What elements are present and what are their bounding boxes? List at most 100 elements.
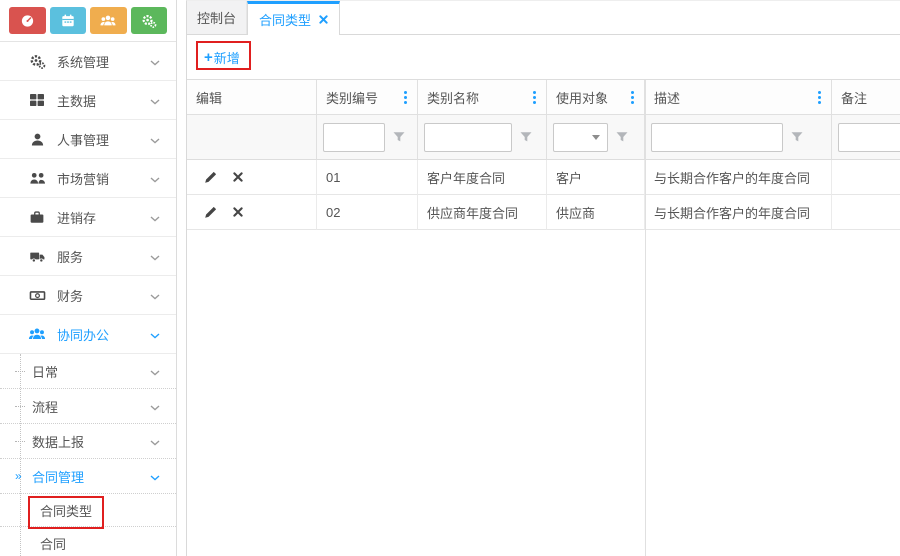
column-title: 使用对象 — [556, 88, 608, 107]
sidebar-item-contract[interactable]: 合同 — [0, 527, 176, 556]
cell-edit — [187, 195, 317, 230]
sidebar-item-label: 主数据 — [57, 91, 96, 110]
filter-funnel-button[interactable] — [615, 130, 629, 144]
main-panel: 控制台 合同类型 + 新增 编辑 类别编号 — [186, 0, 900, 556]
dashboard-button[interactable] — [9, 7, 46, 34]
tree-dash-icon — [15, 441, 25, 442]
calendar-icon — [61, 13, 75, 28]
sidebar-item-finance[interactable]: 财务 — [0, 276, 176, 315]
sidebar-item-label: 服务 — [57, 247, 83, 266]
sidebar-item-system-management[interactable]: 系统管理 — [0, 42, 176, 81]
filter-input-name[interactable] — [424, 123, 512, 152]
settings-button[interactable] — [131, 7, 168, 34]
sidebar-item-data-report[interactable]: 数据上报 — [0, 424, 176, 459]
cell-name: 供应商年度合同 — [418, 195, 547, 230]
tree-dash-icon — [15, 406, 25, 407]
sidebar-menu: 系统管理 主数据 人事管理 市场营销 进销存 — [0, 42, 176, 556]
cogs-icon — [28, 53, 46, 70]
pencil-icon — [204, 171, 217, 184]
quick-buttons-row — [0, 0, 176, 42]
cell-target: 客户 — [547, 160, 645, 195]
table-row: 01 客户年度合同 客户 与长期合作客户的年度合同 — [187, 160, 900, 195]
filter-select-target[interactable] — [553, 123, 608, 152]
filter-funnel-button[interactable] — [392, 130, 406, 144]
column-menu-icon[interactable] — [816, 87, 823, 108]
sidebar-item-service[interactable]: 服务 — [0, 237, 176, 276]
sidebar-item-label: 日常 — [32, 362, 58, 381]
filter-funnel-button[interactable] — [790, 130, 804, 144]
column-menu-icon[interactable] — [629, 87, 636, 108]
sidebar-item-label: 合同 — [40, 534, 66, 553]
column-title: 编辑 — [196, 88, 222, 107]
sidebar-item-label: 市场营销 — [57, 169, 109, 188]
filter-cell-remark — [832, 115, 900, 160]
sidebar-item-inventory[interactable]: 进销存 — [0, 198, 176, 237]
sidebar-item-label: 数据上报 — [32, 432, 84, 451]
sidebar-item-contract-management[interactable]: » 合同管理 — [0, 459, 176, 494]
sidebar-item-master-data[interactable]: 主数据 — [0, 81, 176, 120]
app-window: 系统管理 主数据 人事管理 市场营销 进销存 — [0, 0, 900, 556]
column-menu-icon[interactable] — [531, 87, 538, 108]
column-title: 类别名称 — [427, 88, 479, 107]
funnel-icon — [392, 130, 406, 144]
cell-code: 01 — [317, 160, 418, 195]
column-header-code[interactable]: 类别编号 — [317, 80, 418, 115]
users-button[interactable] — [90, 7, 127, 34]
delete-row-button[interactable] — [233, 207, 243, 217]
sidebar-item-collaboration[interactable]: 协同办公 — [0, 315, 176, 354]
tab-label: 合同类型 — [259, 10, 311, 29]
chevron-down-icon — [150, 132, 160, 147]
sidebar-item-daily[interactable]: 日常 — [0, 354, 176, 389]
filter-funnel-button[interactable] — [519, 130, 533, 144]
chevron-down-icon — [150, 210, 160, 225]
sidebar-item-marketing[interactable]: 市场营销 — [0, 159, 176, 198]
column-header-name[interactable]: 类别名称 — [418, 80, 547, 115]
cogs-icon — [141, 13, 157, 29]
sidebar-item-hr-management[interactable]: 人事管理 — [0, 120, 176, 159]
x-icon — [233, 207, 243, 217]
close-icon[interactable] — [319, 15, 328, 24]
sidebar-item-label: 进销存 — [57, 208, 96, 227]
user-icon — [28, 132, 46, 147]
tab-console[interactable]: 控制台 — [187, 1, 247, 34]
column-title: 类别编号 — [326, 88, 378, 107]
people-icon — [28, 171, 46, 186]
chevron-down-icon — [150, 434, 160, 449]
funnel-icon — [519, 130, 533, 144]
column-header-remark[interactable]: 备注 — [832, 80, 900, 115]
cell-edit — [187, 160, 317, 195]
add-button-label: 新增 — [214, 48, 240, 67]
sidebar-item-workflow[interactable]: 流程 — [0, 389, 176, 424]
sidebar: 系统管理 主数据 人事管理 市场营销 进销存 — [0, 0, 177, 556]
column-header-edit[interactable]: 编辑 — [187, 80, 317, 115]
sidebar-item-label: 系统管理 — [57, 52, 109, 71]
add-button[interactable]: + 新增 — [204, 48, 240, 67]
edit-row-button[interactable] — [204, 171, 217, 184]
chevron-down-icon — [150, 288, 160, 303]
table-row: 02 供应商年度合同 供应商 与长期合作客户的年度合同 — [187, 195, 900, 230]
filter-input-remark[interactable] — [838, 123, 900, 152]
column-header-target[interactable]: 使用对象 — [547, 80, 645, 115]
delete-row-button[interactable] — [233, 172, 243, 182]
sidebar-item-label: 协同办公 — [57, 325, 109, 344]
cell-remark — [832, 195, 900, 230]
sidebar-item-contract-type[interactable]: 合同类型 — [0, 494, 176, 527]
grid-icon — [28, 92, 46, 108]
cell-target: 供应商 — [547, 195, 645, 230]
truck-icon — [28, 249, 46, 264]
users-icon — [100, 14, 116, 28]
cell-code: 02 — [317, 195, 418, 230]
double-arrow-icon: » — [15, 470, 32, 482]
chevron-down-icon — [150, 399, 160, 414]
column-header-description[interactable]: 描述 — [645, 80, 832, 115]
edit-row-button[interactable] — [204, 206, 217, 219]
calendar-button[interactable] — [50, 7, 87, 34]
filter-input-code[interactable] — [323, 123, 385, 152]
chevron-down-icon — [150, 171, 160, 186]
chevron-down-icon — [150, 364, 160, 379]
tab-label: 控制台 — [197, 8, 236, 27]
filter-cell-target — [547, 115, 645, 160]
column-menu-icon[interactable] — [402, 87, 409, 108]
tab-contract-type[interactable]: 合同类型 — [247, 1, 340, 35]
filter-input-description[interactable] — [651, 123, 783, 152]
